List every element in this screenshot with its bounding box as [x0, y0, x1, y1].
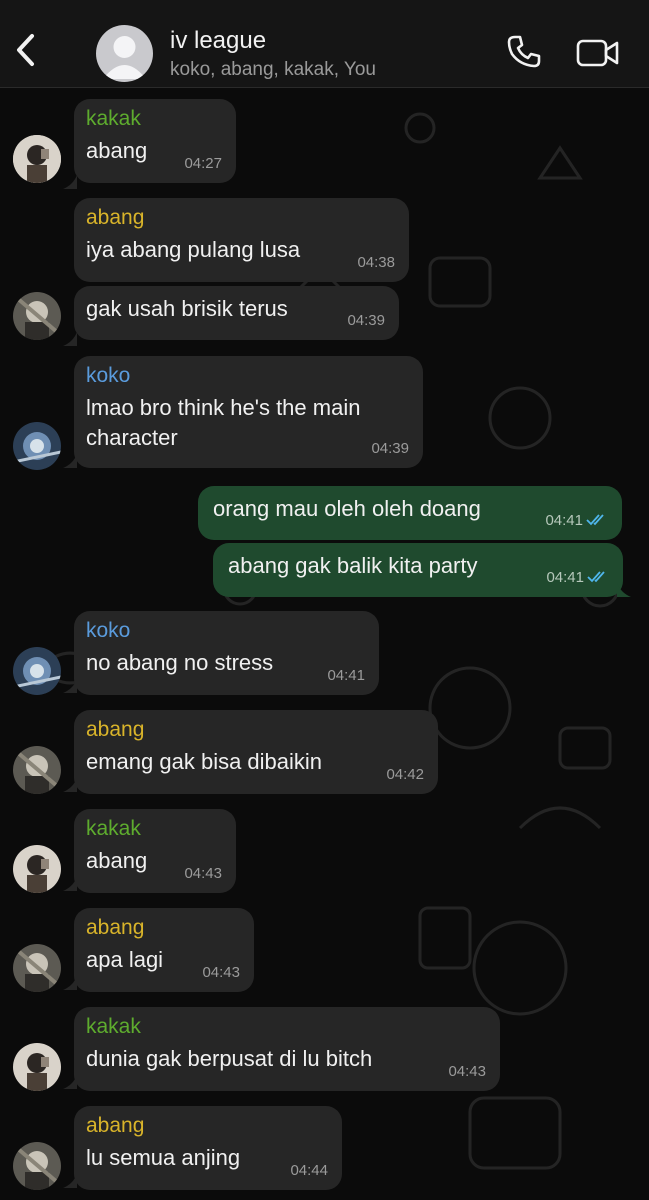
avatar-abang[interactable]: [13, 1142, 61, 1190]
message-time: 04:39: [347, 312, 385, 329]
message-time: 04:41: [545, 512, 608, 529]
message-time: 04:43: [202, 964, 240, 981]
sender-name: abang: [86, 916, 145, 939]
message-bubble-outgoing[interactable]: orang mau oleh oleh doang 04:41: [198, 486, 622, 540]
message-bubble-outgoing[interactable]: abang gak balik kita party 04:41: [213, 543, 623, 597]
message-bubble[interactable]: kakak abang 04:43: [74, 809, 236, 893]
message-bubble[interactable]: abang apa lagi 04:43: [74, 908, 254, 992]
message-list[interactable]: kakak abang 04:27 abang iya abang pulang…: [0, 88, 649, 1200]
message-text: gak usah brisik terus: [86, 296, 288, 321]
chat-header: iv league koko, abang, kakak, You: [0, 0, 649, 88]
bubble-tail: [63, 332, 77, 346]
message-text: no abang no stress: [86, 650, 274, 675]
read-ticks-icon: [586, 514, 604, 526]
phone-icon[interactable]: [506, 34, 542, 70]
message-bubble[interactable]: koko lmao bro think he's the main charac…: [74, 356, 423, 468]
chat-title-block[interactable]: iv league koko, abang, kakak, You: [170, 27, 376, 83]
message-text: abang gak balik kita party: [228, 553, 478, 578]
message-text: lmao bro think he's the main character: [86, 395, 361, 450]
person-silhouette-icon: [103, 36, 146, 79]
message-time: 04:38: [357, 254, 395, 271]
message-time: 04:39: [371, 440, 409, 457]
message-text: abang: [86, 848, 148, 873]
avatar-kakak[interactable]: [13, 845, 61, 893]
message-bubble[interactable]: gak usah brisik terus 04:39: [74, 286, 399, 340]
sender-name: kakak: [86, 817, 141, 840]
sender-name: koko: [86, 619, 131, 642]
sender-name: koko: [86, 364, 131, 387]
message-text: abang: [86, 138, 148, 163]
message-time: 04:44: [290, 1162, 328, 1179]
message-text: dunia gak berpusat di lu bitch: [86, 1046, 373, 1071]
message-time: 04:27: [184, 155, 222, 172]
message-time: 04:43: [184, 865, 222, 882]
video-camera-icon[interactable]: [576, 37, 620, 69]
sender-name: kakak: [86, 1015, 141, 1038]
sender-name: kakak: [86, 107, 141, 130]
message-time: 04:42: [386, 766, 424, 783]
message-bubble[interactable]: abang iya abang pulang lusa 04:38: [74, 198, 409, 282]
avatar-koko[interactable]: [13, 422, 61, 470]
read-ticks-icon: [587, 571, 605, 583]
message-time: 04:43: [448, 1063, 486, 1080]
chat-participants: koko, abang, kakak, You: [170, 59, 376, 80]
message-text: lu semua anjing: [86, 1145, 241, 1170]
message-bubble[interactable]: kakak abang 04:27: [74, 99, 236, 183]
bubble-tail: [617, 583, 631, 597]
group-avatar[interactable]: [96, 25, 153, 82]
message-bubble[interactable]: koko no abang no stress 04:41: [74, 611, 379, 695]
message-text: orang mau oleh oleh doang: [213, 496, 481, 521]
chat-title: iv league: [170, 27, 267, 54]
avatar-abang[interactable]: [13, 292, 61, 340]
message-bubble[interactable]: kakak dunia gak berpusat di lu bitch 04:…: [74, 1007, 500, 1091]
avatar-abang[interactable]: [13, 944, 61, 992]
message-bubble[interactable]: abang lu semua anjing 04:44: [74, 1106, 342, 1190]
avatar-kakak[interactable]: [13, 135, 61, 183]
avatar-koko[interactable]: [13, 647, 61, 695]
chevron-left-icon[interactable]: [10, 28, 42, 72]
avatar-abang[interactable]: [13, 746, 61, 794]
avatar-kakak[interactable]: [13, 1043, 61, 1091]
message-time: 04:41: [546, 569, 609, 586]
message-text: apa lagi: [86, 947, 164, 972]
message-text: iya abang pulang lusa: [86, 237, 301, 262]
bubble-tail: [63, 175, 77, 189]
message-bubble[interactable]: abang emang gak bisa dibaikin 04:42: [74, 710, 438, 794]
message-text: emang gak bisa dibaikin: [86, 749, 323, 774]
sender-name: abang: [86, 1114, 145, 1137]
message-time: 04:41: [327, 667, 365, 684]
sender-name: abang: [86, 718, 145, 741]
sender-name: abang: [86, 206, 145, 229]
